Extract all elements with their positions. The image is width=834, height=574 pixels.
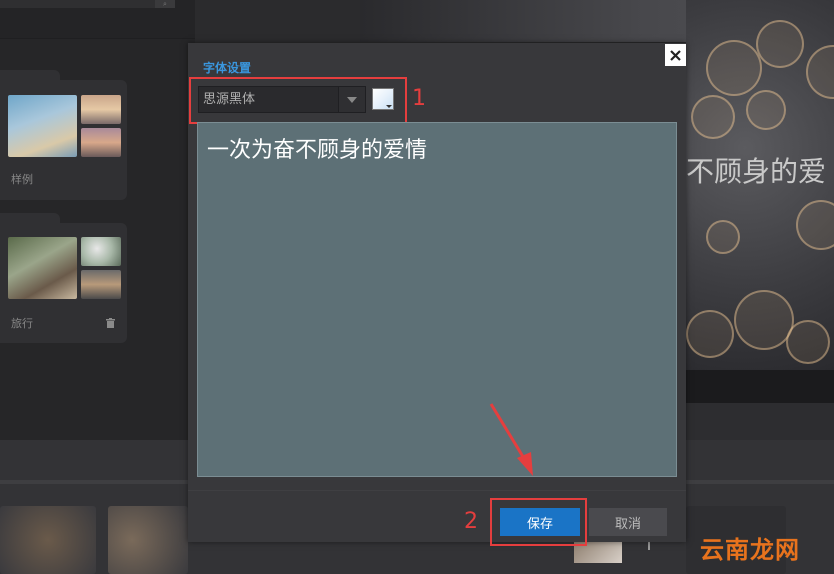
search-icon[interactable]: ⌕: [155, 0, 175, 8]
close-button[interactable]: [665, 44, 686, 66]
filmstrip-item[interactable]: [0, 506, 96, 574]
album-cover-image: [8, 95, 77, 157]
cancel-button[interactable]: 取消: [589, 508, 667, 536]
save-button[interactable]: 保存: [500, 508, 580, 536]
search-input[interactable]: [0, 0, 175, 8]
text-content-area[interactable]: 一次为奋不顾身的爱情: [197, 122, 677, 477]
annotation-number: 2: [464, 509, 478, 534]
annotation-number: 1: [412, 86, 426, 111]
album-thumb-image: [81, 95, 121, 124]
trash-icon[interactable]: [106, 318, 115, 328]
close-icon: [670, 49, 681, 61]
preview-footer: [686, 403, 834, 440]
preview-text: 不顾身的爱: [686, 155, 827, 188]
divider: [188, 490, 686, 491]
watermark-logo: 云南龙网: [700, 536, 800, 564]
annotation-highlight: [189, 77, 407, 124]
dialog-title: 字体设置: [203, 61, 252, 75]
filmstrip-item[interactable]: [108, 506, 188, 574]
album-thumb-image: [81, 237, 121, 266]
album-tab: [0, 70, 60, 80]
arrow-annotation-icon: [489, 403, 533, 476]
preview-toolbar: [686, 370, 834, 403]
album-label: 旅行: [11, 317, 33, 330]
album-thumb-image: [81, 270, 121, 299]
album-tab: [0, 213, 60, 223]
album-thumb-image: [81, 128, 121, 157]
album-cover-image: [8, 237, 77, 299]
album-label: 样例: [11, 173, 33, 186]
